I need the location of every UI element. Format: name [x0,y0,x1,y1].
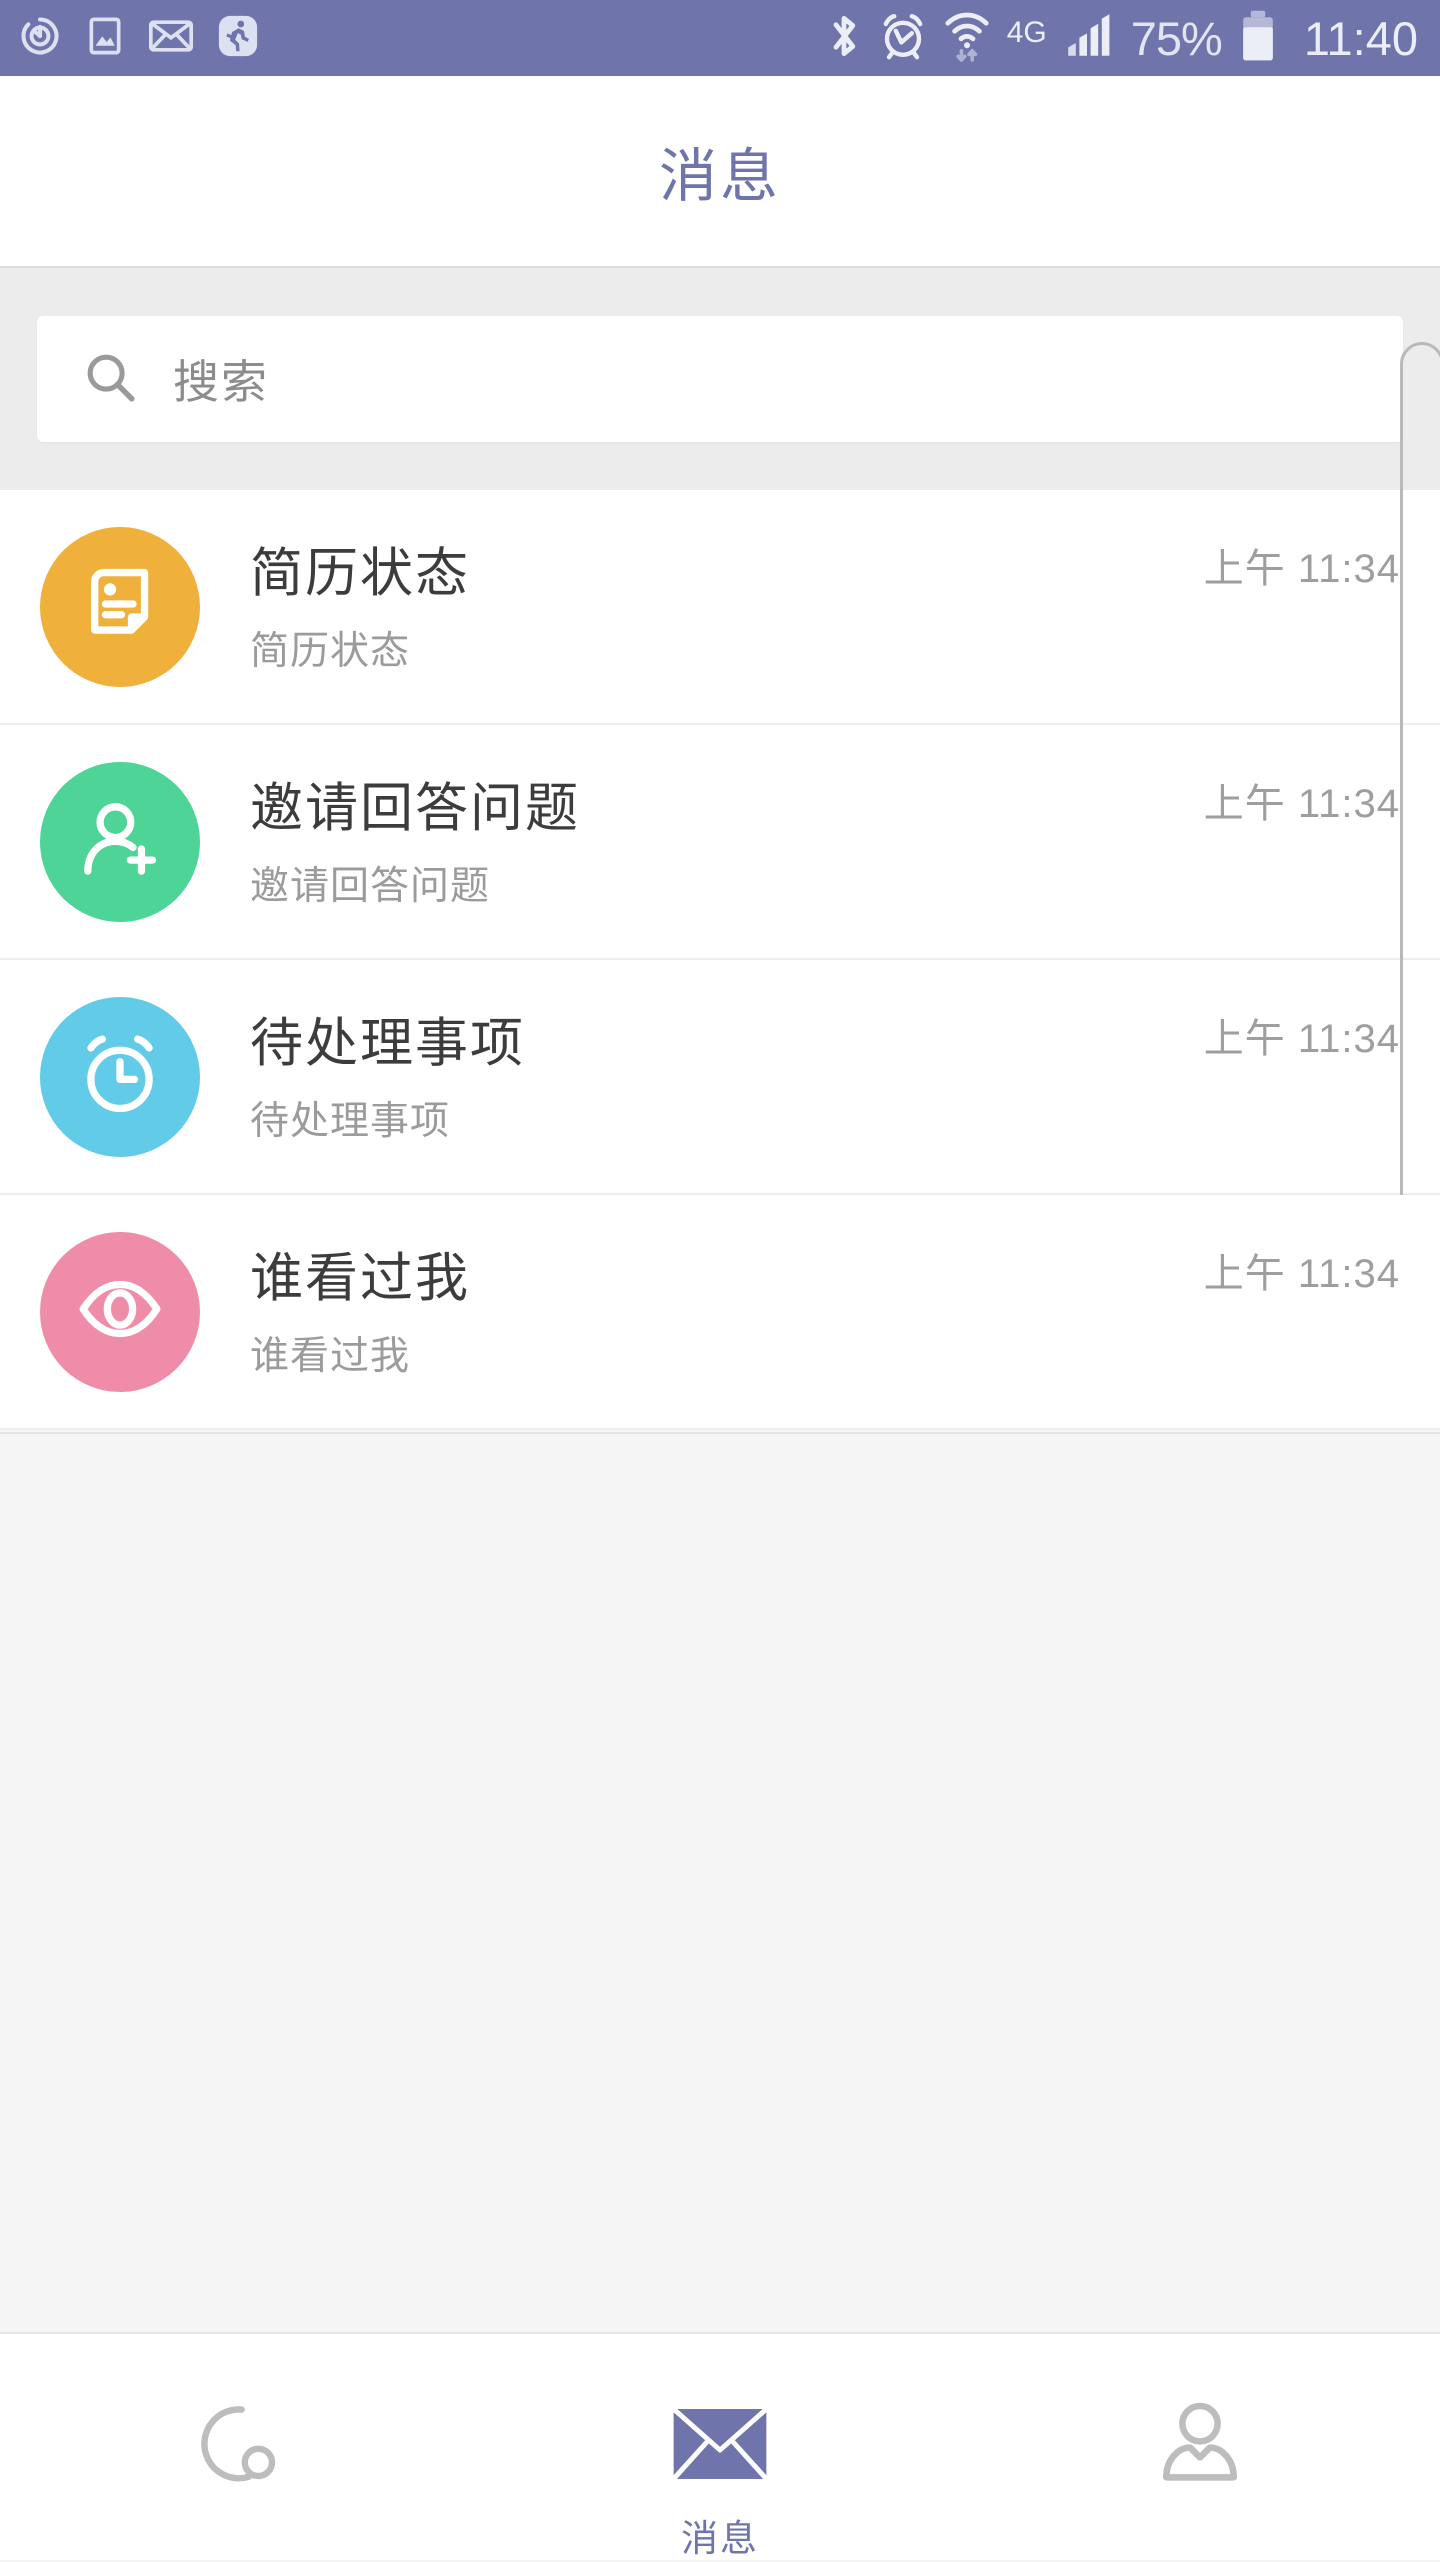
list-item-timestamp: 上午 11:34 [1203,1252,1400,1296]
list-item-subtitle: 邀请回答问题 [250,865,491,909]
app-root: 4G 75% 11:40 消息 搜索 简历状态 简历状态 上午 11:34 邀请… [0,0,1440,2560]
network-type-text: 4G [1006,15,1047,49]
eye-icon [74,1263,166,1360]
list-item-timestamp: 上午 11:34 [1203,1017,1400,1061]
list-item-subtitle: 谁看过我 [250,1335,411,1379]
page-title: 消息 [658,144,781,209]
nav-item-messages[interactable]: 消息 [480,2334,960,2562]
bluetooth-icon [825,10,863,67]
sync-icon [18,14,62,63]
page-header: 消息 [0,76,1440,266]
nav-label-messages: 消息 [681,2518,759,2559]
search-section: 搜索 [0,266,1440,490]
list-item[interactable]: 邀请回答问题 邀请回答问题 上午 11:34 [0,725,1440,960]
person-add-icon [74,793,166,890]
nav-item-profile[interactable] [960,2334,1440,2562]
message-list: 简历状态 简历状态 上午 11:34 邀请回答问题 邀请回答问题 上午 11:3… [0,342,1440,1430]
list-item-timestamp: 上午 11:34 [1203,782,1400,826]
list-item[interactable]: 待处理事项 待处理事项 上午 11:34 [0,342,1440,1382]
avatar [40,761,200,922]
person-profile-icon [1154,2392,1246,2496]
alarm-clock-icon [74,1028,166,1125]
mail-icon [148,14,194,63]
list-item-subtitle: 简历状态 [250,630,411,674]
bottom-navigation: 消息 [0,2332,1440,2560]
list-item[interactable]: 简历状态 简历状态 上午 11:34 [0,490,1440,725]
battery-icon [1238,8,1278,69]
search-icon [81,348,139,411]
nav-item-discover[interactable] [0,2334,480,2562]
empty-area [0,1432,1440,2332]
signal-bars-icon [1063,11,1115,66]
screenshot-image-icon [84,14,126,63]
alarm-icon [879,10,927,67]
list-item-subtitle: 待处理事项 [250,1100,451,1144]
wifi-icon [943,8,991,69]
battery-percent: 75% [1130,11,1223,65]
health-running-icon [216,13,260,64]
status-bar-right-icons: 4G 75% 11:40 [825,8,1418,69]
list-item-timestamp: 上午 11:34 [1203,547,1400,591]
resume-document-icon [74,558,166,655]
search-input[interactable]: 搜索 [37,316,1403,442]
search-placeholder: 搜索 [173,356,269,408]
network-type-label: 4G [1007,16,1047,50]
list-item[interactable]: 谁看过我 谁看过我 上午 11:34 [0,1195,1440,1430]
avatar [40,996,200,1157]
status-bar: 4G 75% 11:40 [0,0,1440,76]
avatar [40,526,200,687]
discover-circle-icon [192,2392,288,2496]
envelope-icon [670,2392,770,2496]
status-bar-left-icons [18,13,260,64]
avatar [40,1231,200,1392]
status-bar-clock: 11:40 [1303,11,1418,65]
